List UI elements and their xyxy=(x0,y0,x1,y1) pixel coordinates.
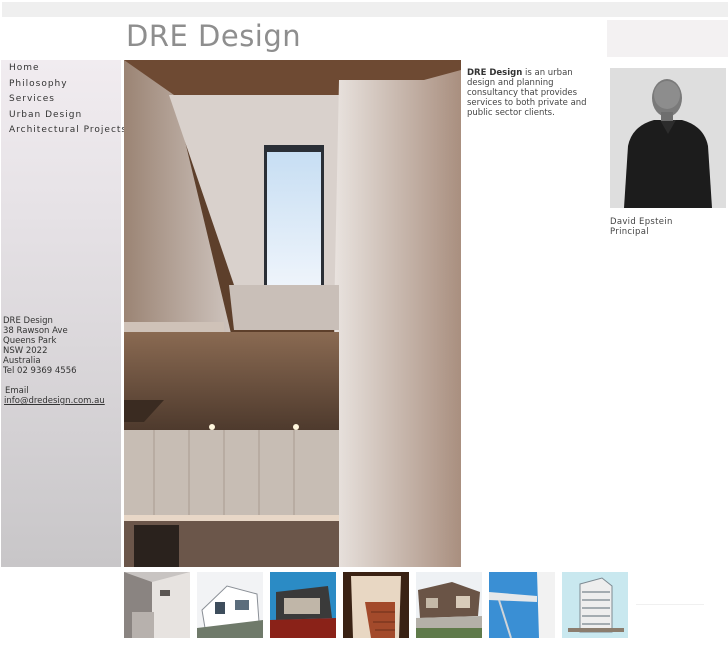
project-thumbnail[interactable] xyxy=(124,572,190,638)
nav-item-home[interactable]: Home xyxy=(9,63,127,79)
street-address: 38 Rawson Ave xyxy=(3,326,68,336)
nav-item-architectural-projects[interactable]: Architectural Projects xyxy=(9,125,127,141)
telephone: Tel 02 9369 4556 xyxy=(3,366,77,376)
principal-caption: David Epstein Principal xyxy=(610,217,673,237)
intro-brand: DRE Design xyxy=(467,68,523,78)
top-bar xyxy=(2,2,728,17)
principal-name: David Epstein xyxy=(610,217,673,227)
project-thumbnail[interactable] xyxy=(343,572,409,638)
project-thumbnail[interactable] xyxy=(562,572,628,638)
email-label: Email xyxy=(5,386,29,396)
principal-role: Principal xyxy=(610,227,649,237)
company-name: DRE Design xyxy=(3,316,53,326)
site-title[interactable]: DRE Design xyxy=(126,18,301,54)
contact-address: DRE Design 38 Rawson Ave Queens Park NSW… xyxy=(3,316,77,376)
country: Australia xyxy=(3,356,41,366)
nav-item-services[interactable]: Services xyxy=(9,94,127,110)
project-thumbnail[interactable] xyxy=(270,572,336,638)
state-postcode: NSW 2022 xyxy=(3,346,48,356)
project-thumbnail[interactable] xyxy=(416,572,482,638)
email-link[interactable]: info@dredesign.com.au xyxy=(4,396,105,406)
header-right-box xyxy=(607,20,728,57)
nav-item-urban-design[interactable]: Urban Design xyxy=(9,110,127,126)
divider xyxy=(636,604,704,605)
intro-text: DRE Design is an urban design and planni… xyxy=(467,68,597,118)
project-thumbnail[interactable] xyxy=(489,572,555,638)
suburb: Queens Park xyxy=(3,336,57,346)
principal-photo xyxy=(610,68,726,208)
hero-photo xyxy=(124,60,461,567)
main-nav: Home Philosophy Services Urban Design Ar… xyxy=(9,63,127,141)
nav-item-philosophy[interactable]: Philosophy xyxy=(9,79,127,95)
project-thumbnail[interactable] xyxy=(197,572,263,638)
